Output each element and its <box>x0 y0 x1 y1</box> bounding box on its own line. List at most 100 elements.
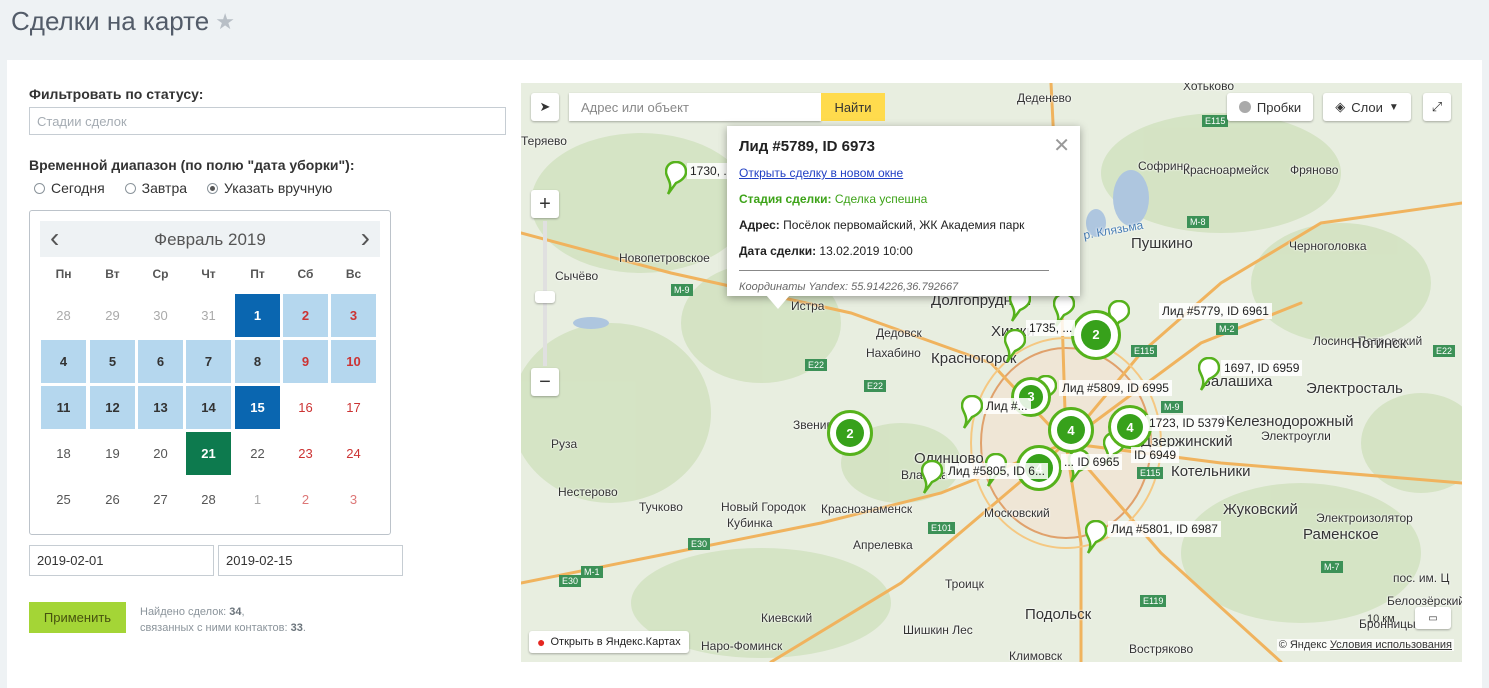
calendar-day[interactable]: 26 <box>89 477 136 522</box>
map-place-label: Железнодорожный <box>1221 413 1354 430</box>
date-to-input[interactable]: 2019-02-15 <box>218 545 403 576</box>
radio-tomorrow[interactable]: Завтра <box>124 180 187 196</box>
weekday-header: Вт <box>105 267 120 281</box>
calendar-day[interactable]: 2 <box>282 477 329 522</box>
calendar-day[interactable]: 15 <box>234 385 281 430</box>
stage-value: Сделка успешна <box>834 192 928 206</box>
calendar-day[interactable]: 25 <box>40 477 87 522</box>
deal-marker-icon[interactable] <box>921 460 943 494</box>
address-label: Адрес: <box>739 218 780 232</box>
deal-marker-label: ID 6949 <box>1131 447 1180 463</box>
map-place-label: пос. им. Ц <box>1393 571 1450 585</box>
radio-manual[interactable]: Указать вручную <box>207 180 332 196</box>
calendar-day[interactable]: 2 <box>282 293 329 338</box>
calendar-day[interactable]: 21 <box>185 431 232 476</box>
zoom-out-button[interactable]: − <box>531 368 559 396</box>
calendar-day[interactable]: 3 <box>330 293 377 338</box>
status-filter-input[interactable]: Стадии сделок <box>29 107 506 135</box>
map-place-label: Востряково <box>1129 642 1194 656</box>
calendar-day[interactable]: 9 <box>282 339 329 384</box>
calendar-day[interactable]: 31 <box>185 293 232 338</box>
radio-tomorrow-circle[interactable] <box>124 182 136 194</box>
road-number-tag: М-8 <box>1187 216 1209 228</box>
balloon-coords: Координаты Yandex: 55.914226,36.792667 <box>739 281 959 293</box>
layers-icon: ◈ <box>1335 99 1346 114</box>
deal-cluster[interactable]: 4 <box>1048 407 1094 453</box>
found-deals-count: 34 <box>229 606 242 618</box>
zoom-in-button[interactable]: + <box>531 190 559 218</box>
geolocation-icon[interactable]: ➤ <box>531 93 559 121</box>
deal-marker-label: 1735, ... <box>1026 320 1076 336</box>
deal-marker-icon[interactable] <box>961 395 983 429</box>
calendar-day[interactable]: 27 <box>137 477 184 522</box>
deal-marker-icon[interactable] <box>665 161 687 195</box>
calendar-day[interactable]: 24 <box>330 431 377 476</box>
calendar-day[interactable]: 7 <box>185 339 232 384</box>
calendar-day[interactable]: 29 <box>89 293 136 338</box>
calendar-day[interactable]: 30 <box>137 293 184 338</box>
calendar-day[interactable]: 8 <box>234 339 281 384</box>
radio-today[interactable]: Сегодня <box>34 180 105 196</box>
calendar-day[interactable]: 1 <box>234 293 281 338</box>
deal-cluster[interactable]: 2 <box>1071 310 1121 360</box>
calendar-day[interactable]: 10 <box>330 339 377 384</box>
calendar-day[interactable]: 12 <box>89 385 136 430</box>
calendar-day[interactable]: 28 <box>185 477 232 522</box>
favorite-star-icon[interactable]: ★ <box>215 9 235 34</box>
cluster-count: 2 <box>1080 319 1112 351</box>
radio-today-circle[interactable] <box>34 182 45 194</box>
deal-marker-icon[interactable] <box>1198 357 1220 391</box>
traffic-label: Пробки <box>1256 99 1302 115</box>
zoom-slider-handle[interactable] <box>535 291 555 303</box>
date-value: 13.02.2019 10:00 <box>819 244 913 258</box>
road-number-tag: Е115 <box>1202 115 1229 127</box>
weekday-header: Сб <box>297 267 314 281</box>
weekday-header: Пн <box>55 267 72 281</box>
calendar-day[interactable]: 28 <box>40 293 87 338</box>
status-filter-label: Фильтровать по статусу: <box>29 86 204 102</box>
map-place-label: Хотьково <box>1183 83 1234 93</box>
map-place-label: Шишкин Лес <box>903 623 973 637</box>
deal-marker-label: Лид #5801, ID 6987 <box>1108 521 1221 537</box>
found-contacts-count: 33 <box>290 622 303 634</box>
open-deal-link[interactable]: Открыть сделку в новом окне <box>739 166 1068 180</box>
apply-button[interactable]: Применить <box>29 602 126 633</box>
calendar-day[interactable]: 4 <box>40 339 87 384</box>
calendar-day[interactable]: 11 <box>40 385 87 430</box>
calendar-day[interactable]: 19 <box>89 431 136 476</box>
deal-marker-icon[interactable] <box>1085 520 1107 554</box>
calendar-day[interactable]: 16 <box>282 385 329 430</box>
ruler-icon[interactable]: ▭ <box>1415 607 1451 629</box>
traffic-button[interactable]: Пробки <box>1227 93 1313 121</box>
calendar-day[interactable]: 18 <box>40 431 87 476</box>
calendar-day[interactable]: 1 <box>234 477 281 522</box>
terms-link[interactable]: Условия использования <box>1330 639 1452 651</box>
deal-marker-icon[interactable] <box>1004 329 1026 363</box>
map-place-label: Нестерово <box>558 485 618 499</box>
deals-map[interactable]: Деденево Хотьково Теряево Софрино Красноарме… <box>521 83 1462 662</box>
calendar-day[interactable]: 20 <box>137 431 184 476</box>
close-icon[interactable]: ✕ <box>1053 133 1070 158</box>
calendar-day[interactable]: 17 <box>330 385 377 430</box>
map-find-button[interactable]: Найти <box>821 93 885 121</box>
calendar-day[interactable]: 23 <box>282 431 329 476</box>
map-place-label: Апрелевка <box>853 538 913 552</box>
layers-label: Слои <box>1351 99 1383 115</box>
map-search-input[interactable]: Адрес или объект <box>569 93 821 121</box>
road-number-tag: E22 <box>1433 345 1456 357</box>
date-from-input[interactable]: 2019-02-01 <box>29 545 214 576</box>
next-month-icon[interactable]: › <box>361 223 370 253</box>
radio-manual-circle[interactable] <box>207 182 219 194</box>
calendar-day[interactable]: 3 <box>330 477 377 522</box>
deal-cluster[interactable]: 2 <box>827 410 873 456</box>
calendar-day[interactable]: 22 <box>234 431 281 476</box>
calendar-header: ‹ Февраль 2019 › <box>40 221 380 257</box>
radio-manual-label: Указать вручную <box>224 180 333 196</box>
layers-button[interactable]: ◈ Слои ▼ <box>1323 93 1411 121</box>
fullscreen-icon[interactable]: ⤢ <box>1423 93 1451 121</box>
calendar-day[interactable]: 6 <box>137 339 184 384</box>
calendar-day[interactable]: 13 <box>137 385 184 430</box>
open-yandex-maps-button[interactable]: ● Открыть в Яндекс.Картах <box>529 631 689 653</box>
calendar-day[interactable]: 14 <box>185 385 232 430</box>
calendar-day[interactable]: 5 <box>89 339 136 384</box>
